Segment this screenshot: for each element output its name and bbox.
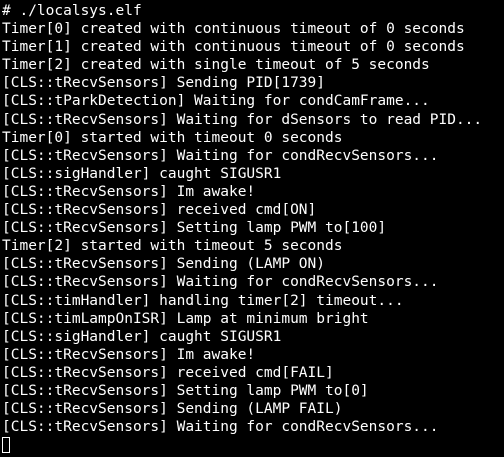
terminal-line: [CLS::tRecvSensors] received cmd[FAIL] — [2, 364, 334, 381]
terminal-line: Timer[0] started with timeout 0 seconds — [2, 129, 343, 146]
terminal-line: [CLS::sigHandler] caught SIGUSR1 — [2, 165, 282, 182]
terminal-line: [CLS::tRecvSensors] Waiting for condRecv… — [2, 147, 439, 164]
terminal-line: [CLS::tRecvSensors] Sending (LAMP FAIL) — [2, 401, 343, 418]
terminal-line: Timer[2] created with single timeout of … — [2, 57, 430, 74]
terminal-line: [CLS::tParkDetection] Waiting for condCa… — [2, 93, 430, 110]
terminal-cursor — [2, 437, 10, 454]
terminal-line: [CLS::tRecvSensors] received cmd[ON] — [2, 202, 317, 219]
terminal-line: [CLS::tRecvSensors] Waiting for dSensors… — [2, 111, 483, 128]
terminal-line: Timer[2] started with timeout 5 seconds — [2, 238, 343, 255]
terminal-line: [CLS::tRecvSensors] Sending (LAMP ON) — [2, 256, 326, 273]
terminal-line: Timer[0] created with continuous timeout… — [2, 21, 465, 38]
terminal-line: [CLS::tRecvSensors] Im awake! — [2, 346, 256, 363]
terminal-line: [CLS::tRecvSensors] Waiting for condRecv… — [2, 274, 439, 291]
terminal-line: Timer[1] created with continuous timeout… — [2, 39, 465, 56]
terminal-input-line[interactable] — [2, 436, 504, 454]
terminal-line-command: # ./localsys.elf — [2, 3, 142, 19]
terminal-line: [CLS::tRecvSensors] Im awake! — [2, 183, 256, 200]
terminal-line: [CLS::tRecvSensors] Setting lamp PWM to[… — [2, 382, 369, 399]
terminal-line: [CLS::tRecvSensors] Waiting for condRecv… — [2, 419, 439, 436]
terminal-window[interactable]: # ./localsys.elf Timer[0] created with c… — [0, 0, 504, 457]
terminal-line: [CLS::timLampOnISR] Lamp at minimum brig… — [2, 310, 369, 327]
terminal-line: [CLS::tRecvSensors] Sending PID[1739] — [2, 75, 326, 92]
terminal-line: [CLS::tRecvSensors] Setting lamp PWM to[… — [2, 220, 387, 237]
terminal-line: [CLS::timHandler] handling timer[2] time… — [2, 292, 404, 309]
terminal-line: [CLS::sigHandler] caught SIGUSR1 — [2, 328, 282, 345]
